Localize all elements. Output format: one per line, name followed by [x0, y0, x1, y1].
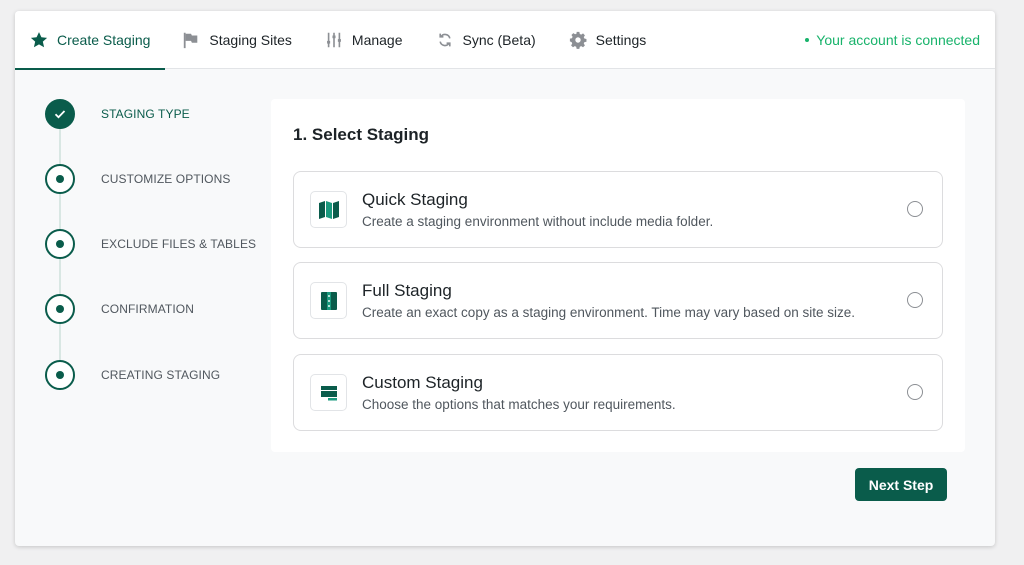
connection-status-text: Your account is connected [816, 32, 980, 48]
sliders-icon [324, 30, 344, 50]
staging-panel: Create Staging Staging Sites Manage Sync… [15, 11, 995, 546]
option-quick-staging[interactable]: Quick Staging Create a staging environme… [293, 171, 943, 248]
step-confirmation: CONFIRMATION [45, 294, 194, 324]
step-dot-icon [45, 360, 75, 390]
window-icon [310, 374, 347, 411]
step-creating-staging: CREATING STAGING [45, 360, 220, 390]
check-icon [45, 99, 75, 129]
step-label: CONFIRMATION [101, 302, 194, 316]
step-dot-icon [45, 164, 75, 194]
sync-icon [435, 30, 455, 50]
step-label: EXCLUDE FILES & TABLES [101, 237, 257, 251]
option-title: Quick Staging [362, 190, 468, 209]
map-icon [310, 191, 347, 228]
star-icon [29, 30, 49, 50]
tab-staging-sites[interactable]: Staging Sites [165, 11, 308, 69]
tab-create-staging[interactable]: Create Staging [15, 11, 166, 70]
next-step-button[interactable]: Next Step [855, 468, 947, 501]
top-navigation: Create Staging Staging Sites Manage Sync… [15, 11, 995, 70]
full-staging-radio[interactable] [907, 292, 923, 308]
option-description: Create a staging environment without inc… [362, 214, 714, 229]
custom-staging-radio[interactable] [907, 384, 923, 400]
step-label: CUSTOMIZE OPTIONS [101, 172, 231, 186]
option-custom-staging[interactable]: Custom Staging Choose the options that m… [293, 354, 943, 431]
tab-settings[interactable]: Settings [552, 11, 663, 69]
book-icon [310, 282, 347, 319]
step-dot-icon [45, 229, 75, 259]
tab-label: Settings [595, 31, 647, 48]
gear-icon [568, 30, 588, 50]
tab-label: Manage [351, 31, 403, 48]
tab-label: Staging Sites [209, 31, 292, 48]
tab-label: Create Staging [57, 31, 151, 48]
select-staging-card: 1. Select Staging Quick Staging Create a… [271, 99, 965, 452]
option-description: Choose the options that matches your req… [362, 397, 676, 412]
step-exclude-files: EXCLUDE FILES & TABLES [45, 229, 256, 259]
step-label: STAGING TYPE [101, 107, 190, 121]
flag-icon [181, 30, 201, 50]
status-dot-icon [805, 38, 810, 42]
option-description: Create an exact copy as a staging enviro… [362, 305, 855, 320]
page-title: 1. Select Staging [293, 125, 430, 144]
tab-label: Sync (Beta) [462, 31, 536, 48]
quick-staging-radio[interactable] [907, 201, 923, 217]
tab-sync[interactable]: Sync (Beta) [419, 11, 552, 69]
option-title: Full Staging [362, 281, 452, 300]
connection-status: Your account is connected [805, 11, 980, 69]
option-full-staging[interactable]: Full Staging Create an exact copy as a s… [293, 262, 943, 339]
step-dot-icon [45, 294, 75, 324]
option-title: Custom Staging [362, 373, 483, 392]
step-staging-type: STAGING TYPE [45, 99, 190, 129]
step-customize-options: CUSTOMIZE OPTIONS [45, 164, 231, 194]
tab-manage[interactable]: Manage [308, 11, 419, 69]
step-label: CREATING STAGING [101, 368, 221, 382]
